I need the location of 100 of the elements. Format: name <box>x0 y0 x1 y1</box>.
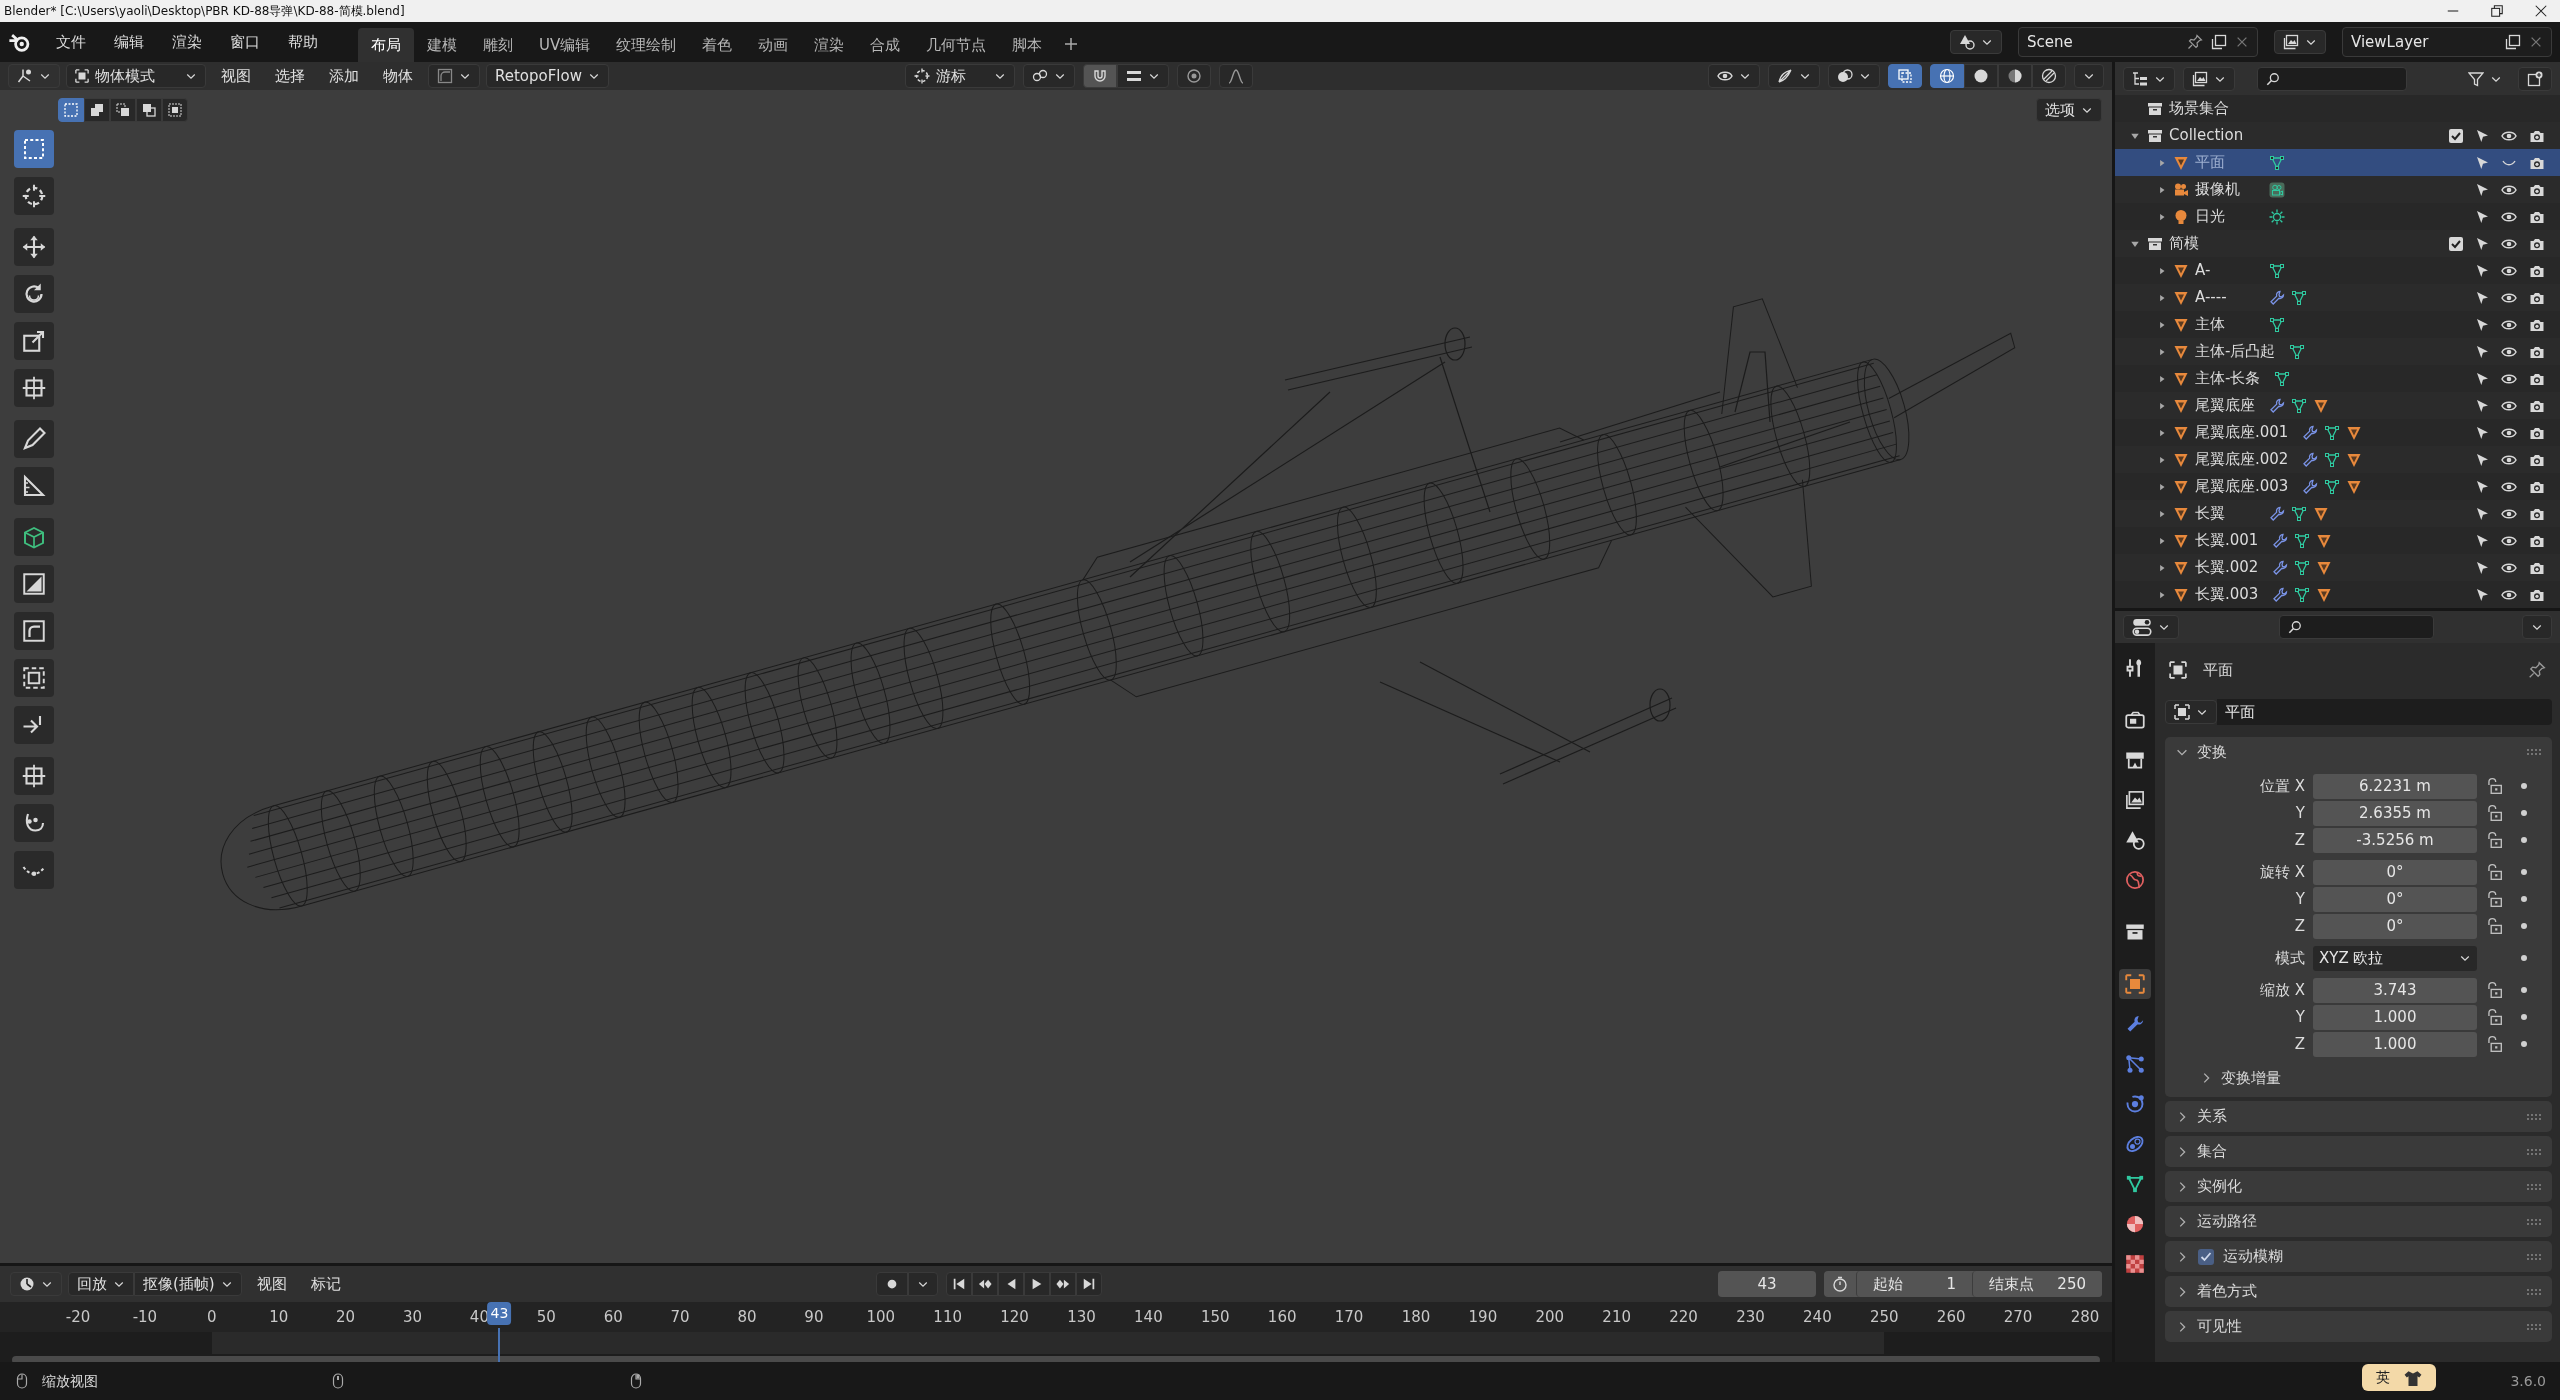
tree-item-label[interactable]: 长翼 <box>2195 502 2255 525</box>
menu-item[interactable]: 标记 <box>301 1272 350 1296</box>
workspace-tab[interactable]: 布局 <box>358 27 414 62</box>
menu-item[interactable]: 视图 <box>212 64 260 88</box>
panel-title[interactable]: 变换 <box>2197 740 2227 764</box>
workspace-tab[interactable]: 几何节点 <box>913 27 1000 62</box>
menu-item[interactable]: 文件 <box>44 26 98 58</box>
scene-name: Scene <box>2027 31 2074 53</box>
frame-number: 130 <box>1067 1307 1096 1328</box>
panel-title[interactable]: 集合 <box>2197 1140 2227 1163</box>
workspace-tab[interactable]: 脚本 <box>999 27 1056 62</box>
number-field[interactable]: 3.743 <box>2313 977 2477 1003</box>
tree-row[interactable]: A- <box>2115 257 2560 284</box>
tree-item-label[interactable]: Collection <box>2169 124 2244 147</box>
workspace-tab[interactable]: 动画 <box>745 27 802 62</box>
frame-number: 240 <box>1803 1307 1832 1328</box>
field-label: 位置 X <box>2258 775 2305 797</box>
panel-title[interactable]: 可见性 <box>2197 1315 2242 1338</box>
tree-item-label[interactable]: 尾翼底座.002 <box>2195 448 2289 471</box>
number-field[interactable]: -3.5256 m <box>2313 827 2477 853</box>
current-frame-field[interactable]: 43 <box>1718 1271 1816 1297</box>
workspace-tab[interactable]: 纹理绘制 <box>603 27 690 62</box>
field-label: 旋转 X <box>2258 861 2305 883</box>
pivot-dropdown[interactable]: 游标 <box>905 64 1015 88</box>
menu-item[interactable]: 视图 <box>247 1272 296 1296</box>
tree-item-label[interactable]: 主体 <box>2195 313 2255 336</box>
number-field[interactable]: 6.2231 m <box>2313 773 2477 799</box>
menu-item[interactable]: 添加 <box>320 64 368 88</box>
tree-row[interactable]: 长翼.001 <box>2115 527 2560 554</box>
number-field[interactable]: 1.000 <box>2313 1031 2477 1057</box>
tree-item-label[interactable]: 平面 <box>2195 151 2255 174</box>
tree-row[interactable]: 尾翼底座.001 <box>2115 419 2560 446</box>
frame-number: 180 <box>1401 1307 1431 1328</box>
workspace-tab[interactable]: 渲染 <box>801 27 858 62</box>
tree-item-label[interactable]: 长翼.003 <box>2195 583 2259 606</box>
frame-number: 230 <box>1736 1307 1765 1328</box>
tree-row[interactable]: 尾翼底座.003 <box>2115 473 2560 500</box>
tree-row[interactable]: 长翼.003 <box>2115 581 2560 608</box>
panel-title[interactable]: 实例化 <box>2197 1175 2242 1198</box>
frame-number: 160 <box>1267 1307 1297 1328</box>
frame-number: 250 <box>1870 1307 1899 1328</box>
menu-item[interactable]: 物体 <box>374 64 422 88</box>
tree-row[interactable]: 主体-长条 <box>2115 365 2560 392</box>
menu-dropdown[interactable]: 抠像(插帧) <box>134 1272 242 1296</box>
field-label: 起始 <box>1873 1273 1903 1295</box>
view-layer-field[interactable]: ViewLayer <box>2342 27 2552 57</box>
tree-item-label[interactable]: 长翼.001 <box>2195 529 2259 552</box>
panel-title[interactable]: 着色方式 <box>2197 1280 2257 1303</box>
number-field[interactable]: 2.6355 m <box>2313 800 2477 826</box>
frame-number: -20 <box>65 1307 91 1328</box>
frame-number: 80 <box>737 1307 757 1328</box>
frame-number: 30 <box>402 1307 423 1328</box>
frame-number: 120 <box>1000 1307 1029 1328</box>
menu-item[interactable]: 窗口 <box>218 26 272 58</box>
end-frame-field[interactable]: 结束点 250 <box>1972 1271 2102 1297</box>
number-field[interactable]: 0° <box>2313 859 2477 885</box>
workspace-tab[interactable]: 雕刻 <box>470 27 526 62</box>
menu-dropdown[interactable]: 回放 <box>68 1272 134 1296</box>
workspace-tab[interactable]: UV编辑 <box>526 27 604 62</box>
number-field[interactable]: 0° <box>2313 913 2477 939</box>
tree-item-label[interactable]: A- <box>2195 259 2255 282</box>
field-label: Z <box>2293 829 2305 851</box>
mode-dropdown[interactable]: XYZ 欧拉 <box>2313 945 2477 971</box>
scene-field[interactable]: Scene <box>2018 27 2258 57</box>
menu-item[interactable]: 帮助 <box>276 26 330 58</box>
input-method-label[interactable]: 英 <box>2376 1367 2390 1388</box>
field-label: Z <box>2293 915 2305 937</box>
playhead-frame[interactable]: 43 <box>487 1302 512 1325</box>
tree-item-label[interactable]: 主体-后凸起 <box>2195 340 2276 363</box>
tree-item-label[interactable]: 日光 <box>2195 205 2255 228</box>
tree-row[interactable]: 日光 <box>2115 203 2560 230</box>
number-field[interactable]: 1.000 <box>2313 1004 2477 1030</box>
panel-title[interactable]: 关系 <box>2197 1105 2227 1128</box>
menu-item[interactable]: 渲染 <box>160 26 214 58</box>
mode-dropdown[interactable]: 物体模式 <box>66 64 206 88</box>
workspace-tab[interactable]: 建模 <box>414 27 470 62</box>
addon-dropdown[interactable]: RetopoFlow <box>486 64 609 88</box>
tree-item-label[interactable]: 简模 <box>2169 232 2199 255</box>
object-name-field[interactable]: 平面 <box>2217 699 2552 725</box>
options-dropdown[interactable]: 选项 <box>2036 98 2102 122</box>
workspace-tab[interactable]: 合成 <box>857 27 914 62</box>
tree-row[interactable]: 平面 <box>2115 149 2560 176</box>
tree-item-label[interactable]: 摄像机 <box>2195 178 2255 201</box>
workspace-tab[interactable]: 着色 <box>689 27 746 62</box>
tree-item-label[interactable]: 尾翼底座.003 <box>2195 475 2289 498</box>
tree-item-label[interactable]: 场景集合 <box>2169 97 2229 120</box>
tree-item-label[interactable]: 尾翼底座 <box>2195 394 2255 417</box>
panel-title[interactable]: 运动路径 <box>2197 1210 2257 1233</box>
subpanel-title[interactable]: 变换增量 <box>2221 1066 2281 1090</box>
tree-item-label[interactable]: A---- <box>2195 286 2255 309</box>
menu-item[interactable]: 选择 <box>266 64 314 88</box>
number-field[interactable]: 0° <box>2313 886 2477 912</box>
frame-number: 140 <box>1134 1307 1163 1328</box>
panel-title[interactable]: 运动模糊 <box>2223 1245 2283 1268</box>
tree-item-label[interactable]: 长翼.002 <box>2195 556 2259 579</box>
menu-item[interactable]: 编辑 <box>102 26 156 58</box>
tree-item-label[interactable]: 主体-长条 <box>2195 367 2261 390</box>
tree-item-label[interactable]: 尾翼底座.001 <box>2195 421 2289 444</box>
tree-row[interactable]: 主体 <box>2115 311 2560 338</box>
frame-number: 50 <box>536 1307 556 1328</box>
